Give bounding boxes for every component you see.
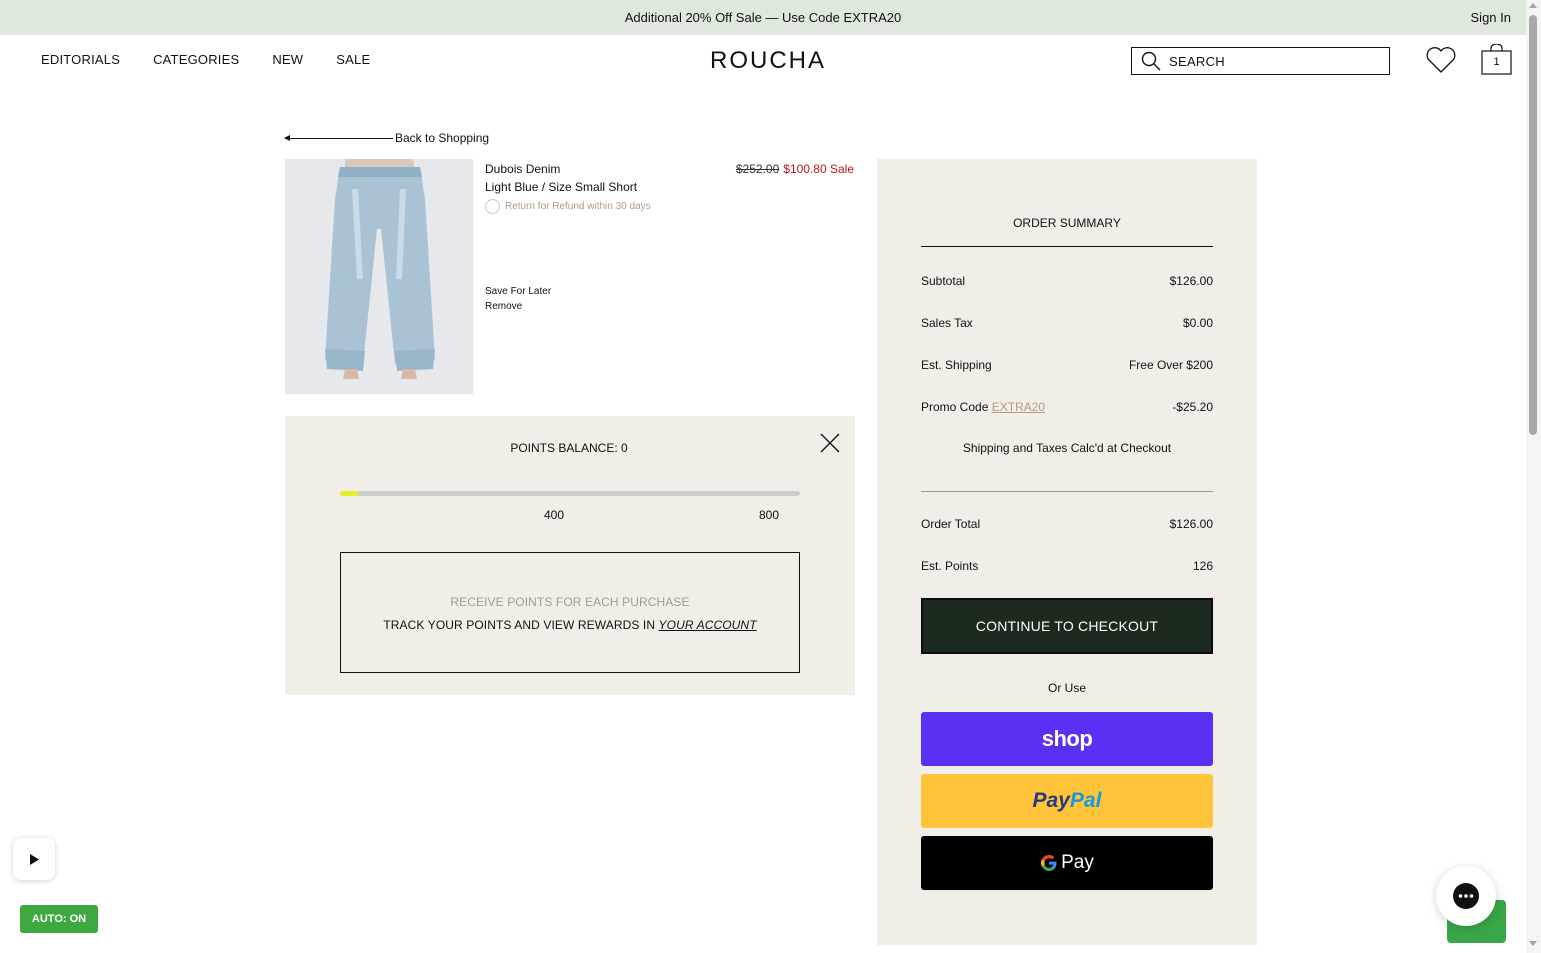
promo-code-row: Promo Code EXTRA20 -$25.20 [921,400,1213,414]
sign-in-link[interactable]: Sign In [1471,10,1511,25]
back-to-shopping-link[interactable]: Back to Shopping [284,131,490,145]
progress-tick-400: 400 [544,508,565,522]
google-pay-button[interactable]: Pay [921,836,1213,890]
site-logo[interactable]: ROUCHA [710,47,826,75]
shipping-label: Est. Shipping [921,358,992,372]
points-info-box: RECEIVE POINTS FOR EACH PURCHASE TRACK Y… [340,552,800,673]
cart-bag-button[interactable]: 1 [1481,43,1512,75]
product-price: $252.00 $100.80 Sale [736,162,854,176]
cart-count: 1 [1493,56,1500,68]
google-g-icon [1041,855,1057,871]
product-image[interactable] [285,159,473,394]
play-icon [30,853,39,865]
nav-item-sale[interactable]: SALE [336,52,370,67]
original-price: $252.00 [735,162,780,176]
promo-code-link[interactable]: EXTRA20 [992,400,1045,414]
subtotal-value: $126.00 [1169,274,1213,288]
subtotal-label: Subtotal [921,274,966,288]
shipping-row: Est. Shipping Free Over $200 [921,358,1213,372]
save-for-later-link[interactable]: Save For Later [485,286,551,297]
google-pay-label: Pay [1061,852,1094,873]
order-summary-title: ORDER SUMMARY [1013,216,1121,230]
order-summary: ORDER SUMMARY Subtotal $126.00 Sales Tax… [877,159,1257,945]
main-nav: EDITORIALS CATEGORIES NEW SALE [41,52,370,67]
wishlist-heart-icon[interactable] [1425,46,1457,74]
close-icon[interactable] [820,433,840,453]
summary-divider-2 [921,491,1213,492]
search-icon [1141,51,1161,71]
sales-tax-row: Sales Tax $0.00 [921,316,1213,330]
arrow-left-icon [284,134,393,141]
announcement-text: Additional 20% Off Sale — Use Code EXTRA… [624,10,902,25]
chat-button[interactable] [1436,866,1496,926]
paypal-logo-pal: Pal [1069,789,1102,812]
scroll-down-arrow-icon[interactable] [1529,941,1537,946]
est-points-value: 126 [1192,559,1213,573]
shop-pay-button[interactable]: shop [921,712,1213,766]
jeans-photo [285,159,473,394]
shipping-value: Free Over $200 [1128,358,1213,372]
points-promo-line2: TRACK YOUR POINTS AND VIEW REWARDS IN YO… [341,618,799,632]
points-promo-text: TRACK YOUR POINTS AND VIEW REWARDS IN [383,618,659,632]
paypal-button[interactable]: Pay Pal [921,774,1213,828]
your-account-link[interactable]: YOUR ACCOUNT [659,618,757,632]
back-link-label: Back to Shopping [395,131,490,145]
nav-item-new[interactable]: NEW [272,52,303,67]
progress-tick-800: 800 [759,508,780,522]
sale-price: $100.80 Sale [783,162,854,176]
auto-badge[interactable]: AUTO: ON [20,905,98,933]
scroll-up-arrow-icon[interactable] [1529,3,1537,8]
product-info: Dubois Denim Light Blue / Size Small Sho… [485,162,651,214]
remove-link[interactable]: Remove [485,301,522,312]
play-button[interactable] [13,838,55,880]
points-progress-fill [340,491,359,496]
sales-tax-value: $0.00 [1182,316,1213,330]
est-points-label: Est. Points [921,559,979,573]
announcement-bar: Additional 20% Off Sale — Use Code EXTRA… [0,0,1526,35]
points-panel: POINTS BALANCE: 0 400 800 RECEIVE POINTS… [285,416,855,695]
chat-bubble-icon [1453,883,1479,909]
shop-pay-logo: shop [1041,726,1093,751]
paypal-logo-pay: Pay [1032,789,1070,812]
shipping-taxes-note: Shipping and Taxes Calc'd at Checkout [962,441,1172,455]
search-placeholder: SEARCH [1169,53,1225,69]
scrollbar-thumb[interactable] [1529,15,1537,435]
return-policy-text: Return for Refund within 30 days [505,201,651,212]
product-variant: Light Blue / Size Small Short [485,180,638,194]
promo-value: -$25.20 [1172,400,1213,414]
or-use-label: Or Use [1047,681,1086,695]
nav-item-categories[interactable]: CATEGORIES [153,52,239,67]
points-promo-line1: RECEIVE POINTS FOR EACH PURCHASE [450,595,690,609]
search-input[interactable]: SEARCH [1131,47,1390,75]
continue-to-checkout-button[interactable]: CONTINUE TO CHECKOUT [921,598,1213,654]
promo-label: Promo Code [921,400,992,414]
nav-item-editorials[interactable]: EDITORIALS [41,52,120,67]
est-points-row: Est. Points 126 [921,559,1213,573]
order-total-row: Order Total $126.00 [921,517,1213,531]
order-total-label: Order Total [921,517,981,531]
promo-label-group: Promo Code EXTRA20 [921,400,1045,414]
return-ring-icon [485,199,500,214]
subtotal-row: Subtotal $126.00 [921,274,1213,288]
return-policy: Return for Refund within 30 days [485,199,651,214]
order-total-value: $126.00 [1169,517,1213,531]
points-progress-bar [340,491,800,496]
summary-divider [921,246,1213,247]
sales-tax-label: Sales Tax [921,316,973,330]
product-name[interactable]: Dubois Denim [485,162,651,176]
points-balance: POINTS BALANCE: 0 [510,441,628,455]
